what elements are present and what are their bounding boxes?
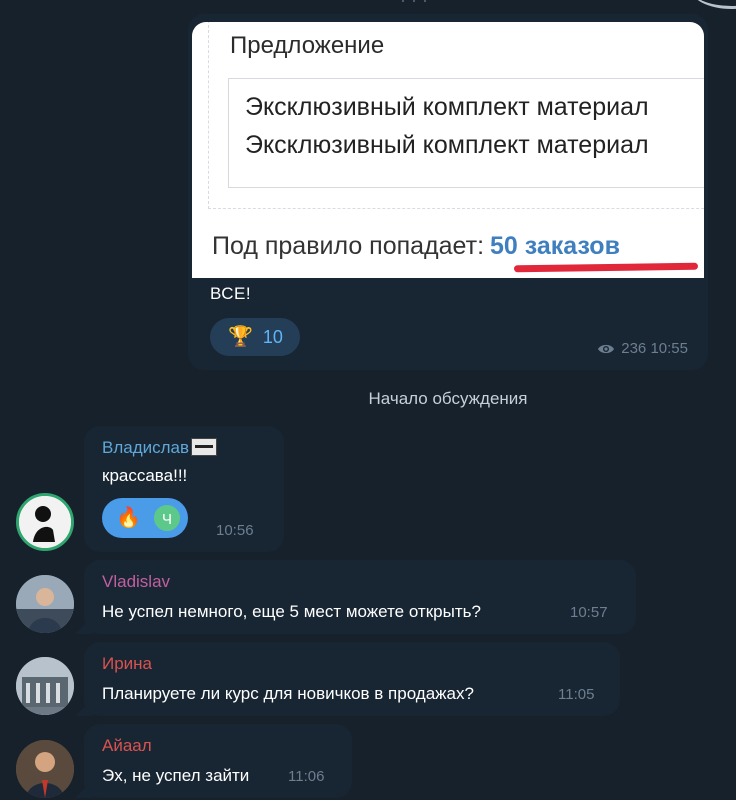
- offer-box: Эксклюзивный комплект материал Эксклюзив…: [228, 78, 704, 188]
- rule-prefix: Под правило попадает:: [212, 232, 485, 260]
- orders-count-link: 50 заказов: [490, 232, 620, 260]
- comment-author[interactable]: Ирина: [102, 654, 152, 674]
- trophy-icon: 🏆: [228, 326, 253, 348]
- avatar[interactable]: [16, 493, 74, 551]
- comment-time: 11:06: [288, 768, 325, 785]
- eye-icon: [598, 344, 615, 353]
- post-text: ВСЕ!: [210, 284, 252, 303]
- discussion-start-label: Начало обсуждения: [368, 389, 528, 408]
- comment-time: 10:57: [570, 604, 608, 621]
- fire-icon: 🔥: [116, 507, 141, 529]
- offer-label: Предложение: [230, 32, 385, 59]
- comment-time: 11:05: [558, 686, 595, 703]
- comment-bubble[interactable]: Ирина Планируете ли курс для новичков в …: [75, 642, 620, 716]
- cut-off-avatar-ring: [690, 0, 736, 9]
- user-photo: [16, 657, 74, 715]
- comment-author[interactable]: Айаал: [102, 736, 152, 756]
- views-count: 236: [621, 340, 647, 357]
- comment-author[interactable]: Vladislav: [102, 572, 170, 592]
- comment-text: Эх, не успел зайти: [102, 766, 250, 785]
- avatar[interactable]: [16, 657, 74, 715]
- offer-line: Эксклюзивный комплект материал: [245, 93, 649, 121]
- user-photo: [16, 740, 74, 798]
- reaction-count: 10: [262, 326, 283, 347]
- comment-bubble[interactable]: Айаал Эх, не успел зайти 11:06: [75, 724, 352, 798]
- user-silhouette-icon: [19, 496, 71, 548]
- comment-text: крассава!!!: [102, 466, 188, 485]
- post-meta: 236 10:55: [597, 340, 688, 357]
- offer-line: Эксклюзивный комплект материал: [245, 131, 649, 159]
- comment-bubble[interactable]: Vladislav Не успел немного, еще 5 мест м…: [75, 560, 636, 634]
- rule-row: Под правило попадает: 50 заказов: [212, 232, 620, 261]
- avatar[interactable]: [16, 575, 74, 633]
- comment-author[interactable]: Владислав: [102, 437, 218, 458]
- custom-badge-icon: [191, 437, 218, 456]
- user-photo: [16, 575, 74, 633]
- chat-view: · · · Предложение Эксклюзивный комплект …: [0, 0, 736, 800]
- avatar[interactable]: [16, 740, 74, 798]
- reaction-button[interactable]: 🔥 Ч: [102, 498, 188, 538]
- channel-post[interactable]: Предложение Эксклюзивный комплект матери…: [188, 14, 708, 370]
- comment-text: Планируете ли курс для новичков в продаж…: [102, 684, 474, 703]
- red-underline-mark: [513, 262, 699, 273]
- comment-time: 10:56: [216, 522, 254, 539]
- reaction-button[interactable]: 🏆 10: [210, 318, 300, 356]
- cut-off-text: · · ·: [400, 0, 428, 10]
- post-time: 10:55: [650, 340, 688, 357]
- comment-bubble[interactable]: Владислав крассава!!! 🔥 Ч 10:56: [84, 426, 284, 552]
- reactor-avatar: Ч: [152, 503, 182, 533]
- post-image[interactable]: Предложение Эксклюзивный комплект матери…: [192, 22, 704, 278]
- comment-text: Не успел немного, еще 5 мест можете откр…: [102, 602, 481, 621]
